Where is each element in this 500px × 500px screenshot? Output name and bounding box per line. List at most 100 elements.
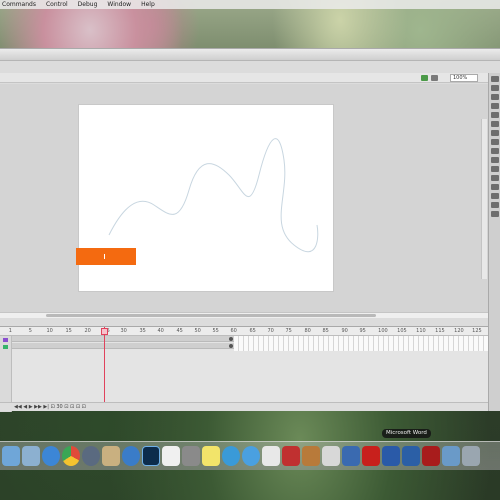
browser-icon[interactable] [342, 446, 360, 466]
playhead-marker[interactable] [101, 328, 108, 335]
orange-rectangle-shape[interactable] [76, 248, 136, 265]
ruler-tick: 85 [322, 328, 329, 334]
stage-canvas[interactable] [76, 105, 333, 291]
finder-icon[interactable] [2, 446, 20, 466]
itunes-icon[interactable] [242, 446, 260, 466]
menu-debug[interactable]: Debug [78, 0, 98, 9]
menu-bar: Commands Control Debug Window Help [0, 0, 500, 9]
acrobat-icon[interactable] [422, 446, 440, 466]
shape-layer-track[interactable] [12, 343, 234, 349]
stickies-icon[interactable] [202, 446, 220, 466]
ruler-tick: 100 [378, 328, 388, 334]
menu-help[interactable]: Help [141, 0, 155, 9]
empty-frames-grid[interactable] [234, 336, 488, 351]
horizontal-scrollbar[interactable] [0, 312, 488, 318]
ruler-tick: 35 [139, 328, 146, 334]
end-keyframe[interactable] [229, 337, 233, 341]
ruler-tick: 10 [46, 328, 53, 334]
ruler-tick: 70 [267, 328, 274, 334]
ruler-tick: 5 [28, 328, 32, 334]
pen-tool-icon[interactable] [490, 112, 499, 118]
free-transform-tool-icon[interactable] [490, 94, 499, 100]
end-keyframe[interactable] [229, 344, 233, 348]
guide-layer-track[interactable] [12, 336, 234, 342]
lasso-tool-icon[interactable] [490, 103, 499, 109]
terminal-icon[interactable] [282, 446, 300, 466]
ruler-tick: 90 [341, 328, 348, 334]
notes-icon[interactable] [102, 446, 120, 466]
flash-app-window: 100% 1 5 10 15 20 30 35 40 45 50 55 60 6… [0, 48, 500, 412]
dock [0, 441, 500, 470]
downloads-icon[interactable] [442, 446, 460, 466]
layer-shape-icon[interactable] [3, 345, 8, 349]
ruler-tick: 65 [249, 328, 256, 334]
tools-panel [488, 73, 500, 411]
text-tool-icon[interactable] [490, 121, 499, 127]
ruler-tick: 120 [454, 328, 464, 334]
flash-icon[interactable] [362, 446, 380, 466]
ruler-tick: 105 [397, 328, 407, 334]
registration-point [104, 254, 105, 259]
brush-tool-icon[interactable] [490, 157, 499, 163]
ruler-tick: 80 [304, 328, 311, 334]
ruler-tick: 40 [157, 328, 164, 334]
app-store-icon[interactable] [222, 446, 240, 466]
menu-window[interactable]: Window [107, 0, 131, 9]
frame-ruler[interactable]: 1 5 10 15 20 25 30 35 40 45 50 55 60 65 … [0, 327, 488, 336]
bone-tool-icon[interactable] [490, 166, 499, 172]
ruler-tick: 45 [176, 328, 183, 334]
zoom-select[interactable]: 100% [450, 74, 478, 82]
preview-icon[interactable] [22, 446, 40, 466]
edit-scene-icon[interactable] [421, 75, 428, 81]
ruler-tick: 60 [230, 328, 237, 334]
ruler-tick: 55 [212, 328, 219, 334]
timeline-panel: 1 5 10 15 20 25 30 35 40 45 50 55 60 65 … [0, 326, 488, 412]
safari-compass-icon[interactable] [122, 446, 140, 466]
stage-pasteboard [0, 84, 488, 312]
calendar-icon[interactable] [162, 446, 180, 466]
ruler-tick: 15 [65, 328, 72, 334]
adobe-app-icon[interactable] [382, 446, 400, 466]
window-titlebar [0, 49, 500, 61]
ruler-tick: 30 [120, 328, 127, 334]
rectangle-tool-icon[interactable] [490, 139, 499, 145]
layer-list [0, 336, 12, 412]
photoshop-icon[interactable] [142, 446, 160, 466]
ruler-tick: 115 [435, 328, 445, 334]
dock-tooltip: Microsoft Word [382, 429, 431, 438]
eraser-tool-icon[interactable] [490, 193, 499, 199]
timeline-controls[interactable]: ◀◀ ◀ ▶ ▶▶ ▶| ⊡ 30 ⊡ ⊡ ⊡ ⊡ [0, 402, 488, 411]
safari-icon[interactable] [42, 446, 60, 466]
edit-bar: 100% [0, 73, 488, 83]
home-icon[interactable] [322, 446, 340, 466]
ruler-tick: 95 [359, 328, 366, 334]
menu-commands[interactable]: Commands [2, 0, 36, 9]
eyedropper-tool-icon[interactable] [490, 184, 499, 190]
zoom-tool-icon[interactable] [490, 211, 499, 217]
playhead-line[interactable] [104, 327, 105, 409]
ruler-tick: 1 [8, 328, 12, 334]
trash-icon[interactable] [462, 446, 480, 466]
menu-control[interactable]: Control [46, 0, 68, 9]
line-tool-icon[interactable] [490, 130, 499, 136]
textedit-icon[interactable] [262, 446, 280, 466]
calculator-icon[interactable] [302, 446, 320, 466]
itunes-old-icon[interactable] [82, 446, 100, 466]
hand-tool-icon[interactable] [490, 202, 499, 208]
edit-symbol-icon[interactable] [431, 75, 438, 81]
system-prefs-icon[interactable] [182, 446, 200, 466]
vertical-scrollbar[interactable] [481, 119, 487, 279]
paint-bucket-tool-icon[interactable] [490, 175, 499, 181]
scroll-thumb[interactable] [46, 314, 376, 317]
word-icon[interactable] [402, 446, 420, 466]
ruler-tick: 125 [472, 328, 482, 334]
ruler-tick: 110 [416, 328, 426, 334]
layer-guide-icon[interactable] [3, 338, 8, 342]
ruler-tick: 20 [84, 328, 91, 334]
chrome-icon[interactable] [62, 446, 80, 466]
selection-tool-icon[interactable] [490, 76, 499, 82]
ruler-tick: 75 [285, 328, 292, 334]
pencil-tool-icon[interactable] [490, 148, 499, 154]
ruler-tick: 50 [194, 328, 201, 334]
subselection-tool-icon[interactable] [490, 85, 499, 91]
